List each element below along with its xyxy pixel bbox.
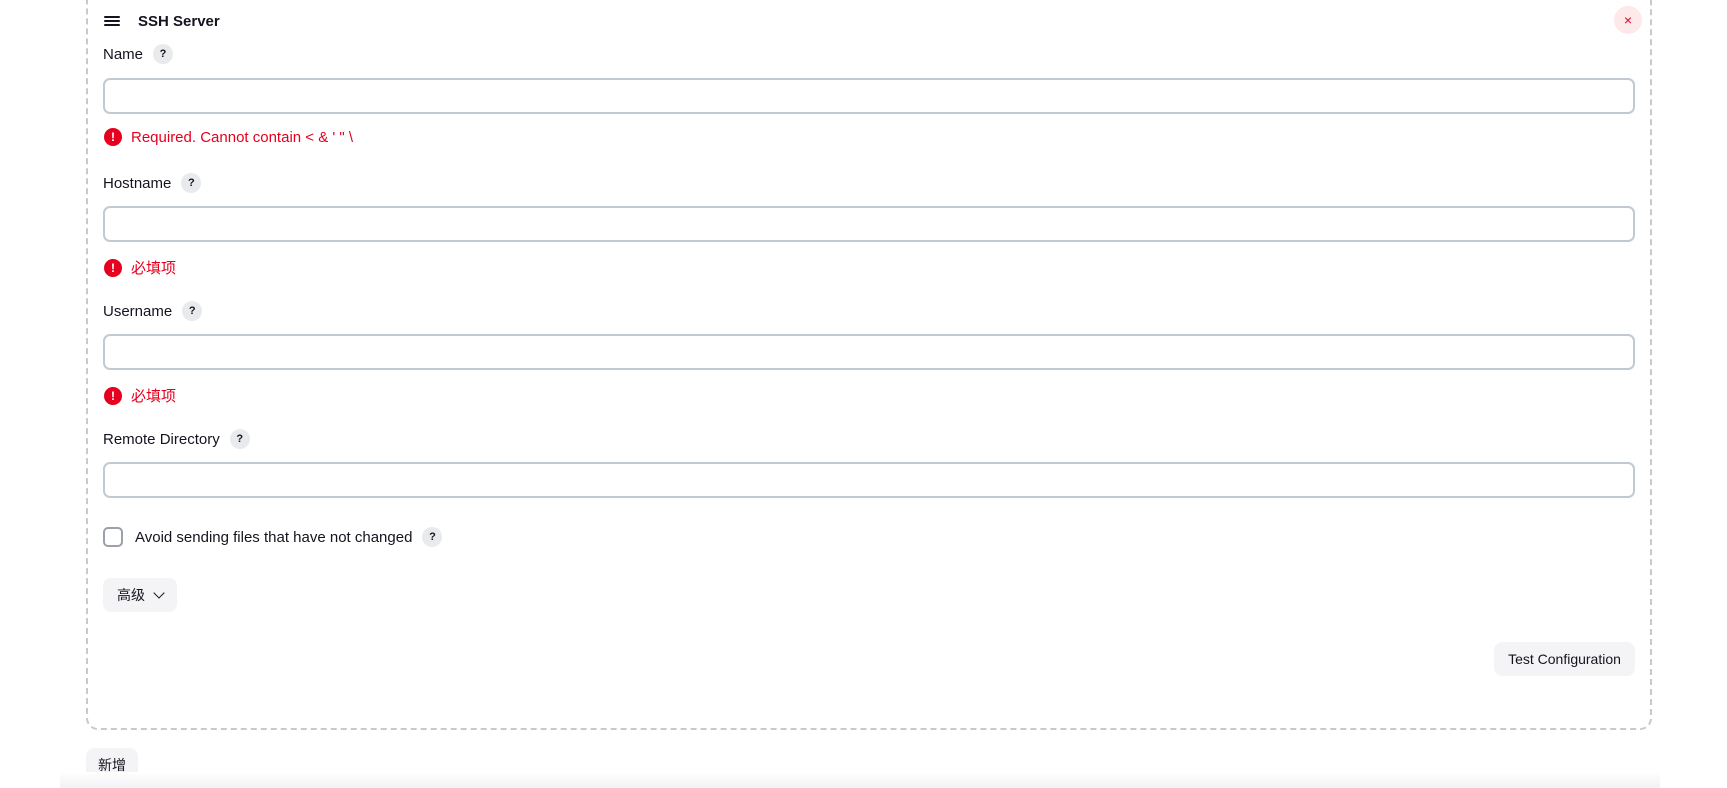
username-label-text: Username <box>103 302 173 320</box>
name-label-text: Name <box>103 45 144 63</box>
error-icon: ! <box>104 386 122 405</box>
username-error-text: 必填项 <box>131 388 177 405</box>
name-input[interactable] <box>103 78 1635 114</box>
remote-directory-input[interactable] <box>103 462 1635 498</box>
panel-header: SSH Server <box>104 10 220 32</box>
page-bottom-shadow <box>60 772 1660 788</box>
help-icon[interactable]: ? <box>422 527 443 547</box>
hostname-input[interactable] <box>103 206 1635 242</box>
username-input[interactable] <box>103 334 1635 370</box>
avoid-unchanged-checkbox[interactable] <box>103 527 123 547</box>
remote-directory-label-text: Remote Directory <box>103 430 220 448</box>
username-label: Username ? <box>103 301 203 321</box>
name-error-text: Required. Cannot contain < & ' " \ <box>131 128 354 146</box>
hostname-label-text: Hostname <box>103 174 172 192</box>
help-icon[interactable]: ? <box>153 44 174 64</box>
advanced-button-label: 高级 <box>117 587 145 603</box>
help-icon[interactable]: ? <box>229 429 250 449</box>
advanced-button[interactable]: 高级 <box>103 578 177 612</box>
help-icon[interactable]: ? <box>181 173 202 193</box>
hostname-error: ! 必填项 <box>104 257 176 278</box>
name-error: ! Required. Cannot contain < & ' " \ <box>104 128 353 146</box>
error-icon: ! <box>104 128 122 146</box>
drag-handle-icon[interactable] <box>104 14 120 28</box>
name-label: Name ? <box>103 44 174 64</box>
test-configuration-button[interactable]: Test Configuration <box>1494 642 1635 676</box>
error-icon: ! <box>104 258 122 277</box>
hostname-label: Hostname ? <box>103 173 202 193</box>
avoid-unchanged-label[interactable]: Avoid sending files that have not change… <box>135 529 412 546</box>
hostname-error-text: 必填项 <box>131 260 177 277</box>
remote-directory-label: Remote Directory ? <box>103 429 250 449</box>
close-icon[interactable]: × <box>1614 6 1642 34</box>
help-icon[interactable]: ? <box>182 301 203 321</box>
avoid-unchanged-row: Avoid sending files that have not change… <box>103 527 443 547</box>
panel-title: SSH Server <box>138 12 220 30</box>
username-error: ! 必填项 <box>104 385 176 406</box>
chevron-down-icon <box>153 587 165 599</box>
